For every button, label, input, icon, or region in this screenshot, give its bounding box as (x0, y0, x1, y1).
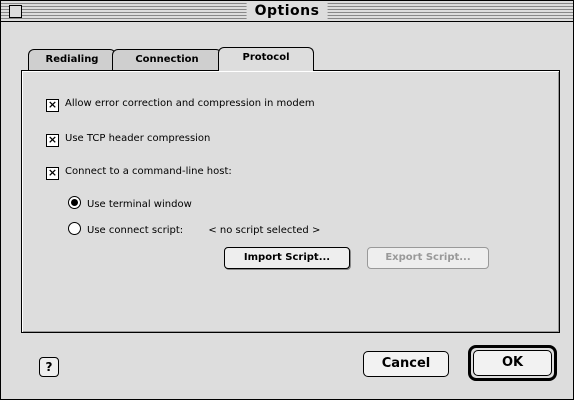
export-script-button[interactable]: Export Script... (367, 247, 489, 269)
tab-connection[interactable]: Connection (112, 49, 222, 70)
command-line-checkbox[interactable]: × (46, 167, 59, 180)
error-correction-checkbox[interactable]: × (46, 99, 59, 112)
tcp-header-label: Use TCP header compression (65, 133, 211, 144)
title-bar[interactable]: Options (1, 1, 573, 22)
terminal-window-label: Use terminal window (87, 199, 192, 210)
error-correction-label: Allow error correction and compression i… (65, 98, 315, 109)
protocol-panel: × Allow error correction and compression … (21, 70, 560, 333)
window-title: Options (246, 2, 328, 20)
tab-protocol-label: Protocol (242, 52, 290, 63)
help-icon[interactable]: ? (39, 357, 59, 377)
tab-redialing[interactable]: Redialing (28, 49, 116, 70)
options-window: Options Redialing Connection Protocol × A… (0, 0, 574, 400)
cancel-button[interactable]: Cancel (363, 351, 449, 377)
ok-button[interactable]: OK (473, 350, 552, 376)
tcp-header-row: × Use TCP header compression (46, 132, 210, 147)
terminal-window-row: Use terminal window (68, 196, 192, 212)
connect-script-radio[interactable] (68, 222, 81, 235)
connect-script-value: < no script selected > (208, 225, 321, 236)
connect-script-row: Use connect script: < no script selected… (68, 222, 320, 238)
error-correction-row: × Allow error correction and compression … (46, 97, 315, 112)
connect-script-label: Use connect script: (87, 225, 184, 236)
command-line-label: Connect to a command-line host: (65, 166, 232, 177)
terminal-window-radio[interactable] (68, 196, 81, 209)
command-line-row: × Connect to a command-line host: (46, 165, 232, 180)
import-script-button[interactable]: Import Script... (224, 247, 350, 269)
tab-connection-label: Connection (135, 54, 199, 65)
tab-strip: Redialing Connection Protocol (28, 47, 348, 71)
close-box[interactable] (9, 5, 22, 18)
tab-protocol[interactable]: Protocol (218, 47, 314, 71)
tab-redialing-label: Redialing (45, 54, 99, 65)
tcp-header-checkbox[interactable]: × (46, 134, 59, 147)
